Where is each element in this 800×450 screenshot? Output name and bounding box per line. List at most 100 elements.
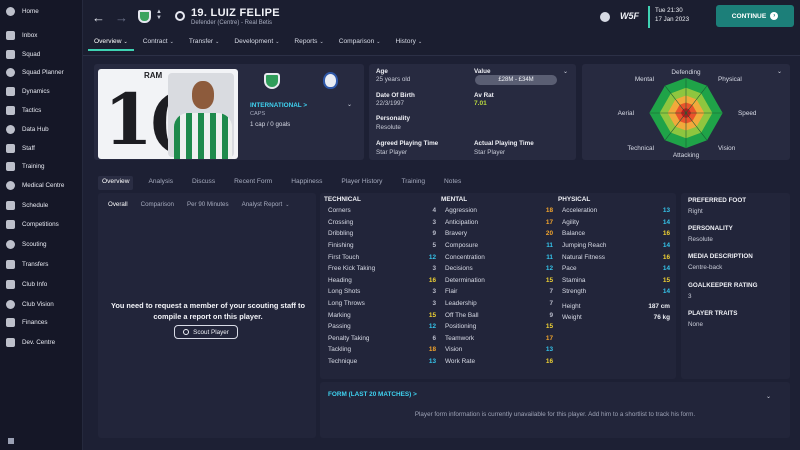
personality-label: Personality [376, 115, 410, 122]
attribute-row[interactable]: Determination 15 [445, 275, 553, 287]
attribute-row[interactable]: Jumping Reach 14 [562, 240, 670, 252]
menu-history[interactable]: History ⌄ [389, 35, 428, 51]
attribute-row[interactable]: First Touch 12 [328, 251, 436, 263]
menu-reports[interactable]: Reports ⌄ [288, 35, 329, 51]
continue-button[interactable]: CONTINUE › [716, 5, 794, 27]
attribute-row[interactable]: Dribbling 9 [328, 228, 436, 240]
attribute-row[interactable]: Long Throws 3 [328, 298, 436, 310]
attribute-name: Determination [445, 276, 485, 284]
sidebar-item-10[interactable]: Schedule [0, 197, 83, 214]
menu-overview[interactable]: Overview ⌄ [88, 35, 134, 51]
search-icon[interactable] [175, 11, 185, 21]
mood-icon[interactable] [600, 12, 610, 22]
subtab-comparison[interactable]: Comparison [141, 201, 174, 208]
sidebar-item-9[interactable]: Medical Centre [0, 177, 83, 194]
tab-discuss[interactable]: Discuss [188, 176, 219, 190]
sidebar-item-0[interactable]: Home [0, 3, 83, 20]
sidebar-item-13[interactable]: Transfers [0, 256, 83, 273]
tab-notes[interactable]: Notes [440, 176, 465, 190]
tab-overview[interactable]: Overview [98, 176, 134, 190]
attribute-row[interactable]: Stamina 15 [562, 275, 670, 287]
national-crest-icon[interactable] [323, 72, 338, 89]
chevron-down-icon[interactable]: ⌄ [766, 393, 771, 400]
attribute-row[interactable]: Work Rate 16 [445, 356, 553, 368]
attribute-row[interactable]: Aggression 18 [445, 205, 553, 217]
tab-player-history[interactable]: Player History [337, 176, 386, 190]
sidebar-item-5[interactable]: Tactics [0, 102, 83, 119]
attribute-row[interactable]: Agility 14 [562, 217, 670, 229]
sidebar-item-12[interactable]: Scouting [0, 236, 83, 253]
value-label: Value [474, 68, 491, 75]
sidebar-item-17[interactable]: Dev. Centre [0, 334, 83, 351]
player-photo: 1( RAM [98, 69, 238, 159]
sidebar-item-1[interactable]: Inbox [0, 27, 83, 44]
attribute-row[interactable]: Penalty Taking 6 [328, 333, 436, 345]
attribute-row[interactable]: Decisions 12 [445, 263, 553, 275]
menu-contract[interactable]: Contract ⌄ [137, 35, 180, 51]
sidebar-item-16[interactable]: Finances [0, 314, 83, 331]
sidebar-item-label: Transfers [22, 261, 49, 268]
sidebar-item-6[interactable]: Data Hub [0, 121, 83, 138]
subtab-overall[interactable]: Overall [108, 201, 128, 208]
attribute-row[interactable]: Off The Ball 9 [445, 309, 553, 321]
attribute-row[interactable]: Heading 16 [328, 275, 436, 287]
tab-recent-form[interactable]: Recent Form [230, 176, 276, 190]
attribute-row[interactable]: Strength 14 [562, 286, 670, 298]
attribute-row[interactable]: Passing 12 [328, 321, 436, 333]
subtab-per-90-minutes[interactable]: Per 90 Minutes [187, 201, 229, 208]
international-link[interactable]: INTERNATIONAL > [250, 102, 307, 109]
attribute-value: 5 [432, 242, 436, 250]
attribute-row[interactable]: Teamwork 17 [445, 333, 553, 345]
attribute-row[interactable]: Concentration 11 [445, 251, 553, 263]
collapse-sidebar-icon[interactable] [8, 438, 14, 444]
sidebar-item-7[interactable]: Staff [0, 140, 83, 157]
media-description-value: Centre-back [688, 264, 723, 271]
attribute-row[interactable]: Pace 14 [562, 263, 670, 275]
attribute-row[interactable]: Balance 16 [562, 228, 670, 240]
attribute-row[interactable]: Natural Fitness 16 [562, 251, 670, 263]
attribute-row[interactable]: Technique 13 [328, 356, 436, 368]
attribute-row[interactable]: Crossing 3 [328, 217, 436, 229]
chevron-down-icon[interactable]: ⌄ [347, 101, 352, 108]
menu-comparison[interactable]: Comparison ⌄ [333, 35, 387, 51]
attribute-row[interactable]: Marking 15 [328, 309, 436, 321]
scout-player-button[interactable]: Scout Player [174, 325, 238, 339]
sidebar-item-15[interactable]: Club Vision [0, 296, 83, 313]
club-crest-icon[interactable] [264, 73, 280, 89]
sidebar-item-14[interactable]: Club Info [0, 276, 83, 293]
radar-label: Technical [627, 145, 654, 152]
attribute-row[interactable]: Finishing 5 [328, 240, 436, 252]
chevron-down-icon[interactable]: ⌄ [563, 68, 568, 75]
sidebar-item-4[interactable]: Dynamics [0, 83, 83, 100]
attribute-value: 20 [545, 230, 553, 238]
sidebar-item-11[interactable]: Competitions [0, 216, 83, 233]
sidebar-item-2[interactable]: Squad [0, 46, 83, 63]
attribute-row[interactable]: Anticipation 17 [445, 217, 553, 229]
attribute-row[interactable]: Leadership 7 [445, 298, 553, 310]
subtab-analyst-report[interactable]: Analyst Report ⌄ [242, 201, 290, 208]
attribute-row[interactable]: Acceleration 13 [562, 205, 670, 217]
menu-development[interactable]: Development ⌄ [228, 35, 285, 51]
attribute-row[interactable]: Long Shots 3 [328, 286, 436, 298]
attribute-row[interactable]: Flair 7 [445, 286, 553, 298]
attribute-row[interactable]: Tackling 18 [328, 344, 436, 356]
menu-transfer[interactable]: Transfer ⌄ [183, 35, 226, 51]
sidebar-item-label: Dynamics [22, 88, 50, 95]
tab-analysis[interactable]: Analysis [144, 176, 177, 190]
back-arrow-icon[interactable]: ← [92, 10, 105, 25]
attribute-row[interactable]: Free Kick Taking 3 [328, 263, 436, 275]
player-switch-icon[interactable]: ▲ ▼ [156, 9, 162, 21]
preferred-foot-value: Right [688, 208, 703, 215]
form-title-link[interactable]: FORM (LAST 20 MATCHES) > [328, 391, 417, 398]
tab-happiness[interactable]: Happiness [287, 176, 326, 190]
attribute-name: Flair [445, 288, 458, 296]
attribute-row[interactable]: Vision 13 [445, 344, 553, 356]
attribute-row[interactable]: Composure 11 [445, 240, 553, 252]
attribute-row[interactable]: Corners 4 [328, 205, 436, 217]
attribute-row[interactable]: Bravery 20 [445, 228, 553, 240]
forward-arrow-icon[interactable]: → [115, 10, 128, 25]
sidebar-item-3[interactable]: Squad Planner [0, 64, 83, 81]
tab-training[interactable]: Training [397, 176, 429, 190]
sidebar-item-8[interactable]: Training [0, 158, 83, 175]
attribute-row[interactable]: Positioning 15 [445, 321, 553, 333]
